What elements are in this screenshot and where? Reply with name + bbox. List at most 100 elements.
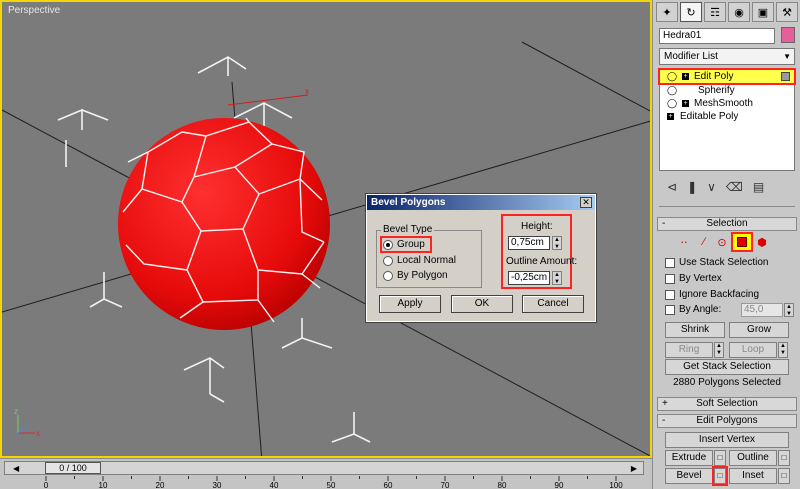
viewport-label[interactable]: Perspective [8,5,60,16]
expand-icon[interactable]: + [667,113,674,120]
checkbox-label: Use Stack Selection [679,257,769,268]
stack-item-editable-poly[interactable]: + Editable Poly [660,110,794,123]
outline-settings-icon[interactable]: □ [778,450,790,466]
create-tab-icon[interactable]: ✦ [656,2,678,22]
ruler-tick-label: 90 [555,481,564,489]
by-angle-checkbox[interactable]: By Angle: [665,304,721,315]
height-field[interactable]: 0,75cm [508,236,550,250]
soft-selection-rollout-header[interactable]: + Soft Selection [657,397,797,411]
next-frame-icon[interactable]: ▶ [631,464,637,473]
prev-frame-icon[interactable]: ◀ [13,464,19,473]
radio-label: Local Normal [397,255,456,266]
hierarchy-tab-icon[interactable]: ☶ [704,2,726,22]
ring-button[interactable]: Ring [665,342,713,358]
bevel-polygons-dialog: Bevel Polygons ✕ Bevel Type Group Local … [365,193,597,323]
stack-item-label: Edit Poly [694,71,734,82]
stack-item-label: Spherify [698,85,735,96]
shrink-button[interactable]: Shrink [665,322,725,338]
ruler-tick-label: 50 [327,481,336,489]
local-normal-radio[interactable]: Local Normal [383,255,456,266]
ring-spinner[interactable]: ▲ ▼ [714,342,724,358]
dialog-title[interactable]: Bevel Polygons [367,195,595,210]
by-vertex-checkbox[interactable]: By Vertex [665,273,722,284]
close-icon[interactable]: ✕ [580,197,592,208]
lightbulb-icon[interactable]: ◯ [667,70,677,83]
modifier-list-dropdown[interactable]: Modifier List ▼ [659,48,795,65]
object-name-field[interactable]: Hedra01 [659,28,775,44]
lightbulb-icon[interactable]: ◯ [667,84,677,97]
border-icon[interactable]: ⊙ [713,234,731,250]
configure-sets-icon[interactable]: ▤ [753,180,764,194]
polygon-icon[interactable] [731,232,753,252]
get-stack-selection-button[interactable]: Get Stack Selection [665,359,789,375]
group-radio[interactable]: Group [380,236,432,253]
height-spinner[interactable]: ▲ ▼ [552,236,562,250]
object-color-swatch[interactable] [781,27,795,43]
insert-vertex-button[interactable]: Insert Vertex [665,432,789,448]
rollout-title: Selection [706,218,748,229]
ok-button[interactable]: OK [451,295,513,313]
stack-item-meshsmooth[interactable]: ◯ + MeshSmooth [660,97,794,110]
edit-polygons-rollout-header[interactable]: - Edit Polygons [657,414,797,428]
divider [659,206,795,207]
display-tab-icon[interactable]: ▣ [752,2,774,22]
ruler-tick-label: 60 [384,481,393,489]
edge-icon[interactable]: ∕ [695,234,713,250]
utilities-tab-icon[interactable]: ⚒ [776,2,798,22]
ruler-tick-label: 30 [213,481,222,489]
outline-amount-spinner[interactable]: ▲ ▼ [552,271,562,285]
transform-gizmo: x [227,87,309,106]
use-stack-selection-checkbox[interactable]: Use Stack Selection [665,257,769,268]
inset-settings-icon[interactable]: □ [778,468,790,484]
pin-stack-icon[interactable]: ⊲ [667,180,677,194]
expand-icon[interactable]: + [682,100,689,107]
vertex-icon[interactable]: ⋅⋅ [675,234,693,250]
svg-text:x: x [305,87,309,96]
ruler-tick-label: 20 [156,481,165,489]
outline-amount-field[interactable]: -0,25cm [508,271,550,285]
time-ruler[interactable]: 0 10 20 30 40 50 60 70 80 90 100 [4,476,644,489]
modifier-list-label: Modifier List [664,51,718,62]
element-icon[interactable]: ⬢ [753,234,771,250]
soccer-ball [118,117,330,330]
extrude-button[interactable]: Extrude [665,450,713,466]
stack-item-label: MeshSmooth [694,98,753,109]
selection-rollout-header[interactable]: - Selection [657,217,797,231]
make-unique-icon[interactable]: ∨ [707,180,716,194]
outline-button[interactable]: Outline [729,450,777,466]
command-panel: ✦ ↻ ☶ ◉ ▣ ⚒ Hedra01 Modifier List ▼ ◯ + … [652,0,800,489]
bevel-button[interactable]: Bevel [665,468,713,484]
motion-tab-icon[interactable]: ◉ [728,2,750,22]
by-angle-field[interactable]: 45,0 [741,303,783,317]
by-polygon-radio[interactable]: By Polygon [383,270,448,281]
expand-icon[interactable]: + [682,73,689,80]
ignore-backfacing-checkbox[interactable]: Ignore Backfacing [665,289,759,300]
grow-button[interactable]: Grow [729,322,789,338]
svg-text:x: x [36,429,40,438]
loop-spinner[interactable]: ▲ ▼ [778,342,788,358]
axis-tripod-icon: z x [14,407,40,438]
inset-button[interactable]: Inset [729,468,777,484]
bevel-type-label: Bevel Type [381,224,435,235]
stack-item-label: Editable Poly [680,111,739,122]
show-end-result-icon[interactable]: ❚ [687,180,697,194]
ruler-tick-label: 10 [99,481,108,489]
stack-item-spherify[interactable]: ◯ Spherify [660,84,794,97]
rollout-title: Edit Polygons [696,415,758,426]
remove-modifier-icon[interactable]: ⌫ [726,180,743,194]
extrude-settings-icon[interactable]: □ [714,450,726,466]
cancel-button[interactable]: Cancel [522,295,584,313]
loop-button[interactable]: Loop [729,342,777,358]
time-slider[interactable]: ◀ 0 / 100 ▶ [4,461,644,475]
apply-button[interactable]: Apply [379,295,441,313]
stack-item-edit-poly[interactable]: ◯ + Edit Poly [658,68,796,85]
chevron-down-icon: ▼ [783,52,791,61]
by-angle-spinner[interactable]: ▲ ▼ [784,303,794,317]
modify-tab-icon[interactable]: ↻ [680,2,702,22]
bevel-settings-icon[interactable]: □ [712,466,728,486]
configure-icon[interactable] [781,72,790,81]
lightbulb-icon[interactable]: ◯ [667,97,677,110]
frame-readout[interactable]: 0 / 100 [45,462,101,474]
rollout-title: Soft Selection [696,398,758,409]
command-panel-tabs: ✦ ↻ ☶ ◉ ▣ ⚒ [656,2,799,24]
